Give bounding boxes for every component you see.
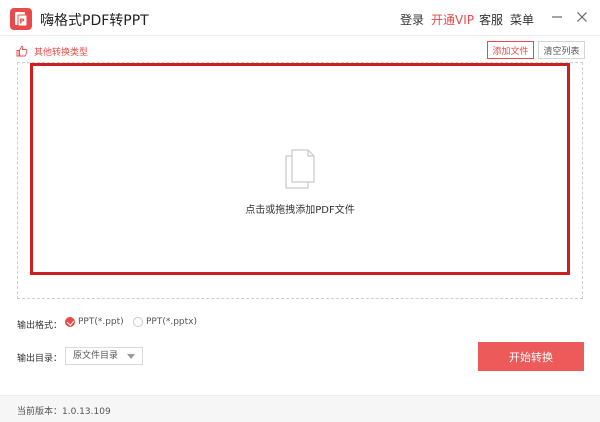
vip-link[interactable]: 开通VIP — [431, 11, 474, 28]
format-ppt-label: PPT(*.ppt) — [78, 317, 124, 327]
output-dir-select[interactable]: 原文件目录 — [65, 347, 143, 365]
app-logo-icon: P — [10, 8, 32, 30]
output-dir-label: 输出目录： — [17, 354, 63, 364]
output-dir-value: 原文件目录 — [73, 351, 119, 361]
menu-link[interactable]: 菜单 — [510, 11, 534, 28]
format-pptx-label: PPT(*.pptx) — [146, 317, 198, 327]
clear-list-button[interactable]: 清空列表 — [538, 41, 585, 59]
other-types-link[interactable]: 其他转换类型 — [16, 44, 88, 58]
chevron-down-icon — [127, 354, 135, 359]
thumbs-up-icon — [16, 45, 28, 57]
format-ppt-radio[interactable]: PPT(*.ppt) — [65, 317, 124, 327]
service-link[interactable]: 客服 — [479, 11, 503, 28]
format-pptx-radio[interactable]: PPT(*.pptx) — [133, 317, 197, 327]
version-text: 当前版本：1.0.13.109 — [17, 407, 111, 417]
title-bar: P 嗨格式PDF转PPT 登录 开通VIP 客服 菜单 — [0, 0, 600, 36]
other-types-label: 其他转换类型 — [34, 47, 89, 58]
minimize-icon[interactable] — [549, 9, 565, 25]
radio-checked-icon — [65, 317, 75, 327]
svg-text:P: P — [20, 18, 25, 26]
close-icon[interactable] — [574, 9, 590, 25]
login-link[interactable]: 登录 — [400, 11, 424, 28]
document-icon — [285, 149, 315, 189]
add-file-button[interactable]: 添加文件 — [487, 41, 534, 59]
output-format-label: 输出格式： — [17, 321, 63, 331]
start-convert-button[interactable]: 开始转换 — [478, 342, 584, 371]
app-title: 嗨格式PDF转PPT — [40, 13, 149, 29]
status-bar: 当前版本：1.0.13.109 — [0, 395, 600, 422]
drop-hint: 点击或拖拽添加PDF文件 — [245, 205, 355, 216]
radio-unchecked-icon — [133, 317, 143, 327]
